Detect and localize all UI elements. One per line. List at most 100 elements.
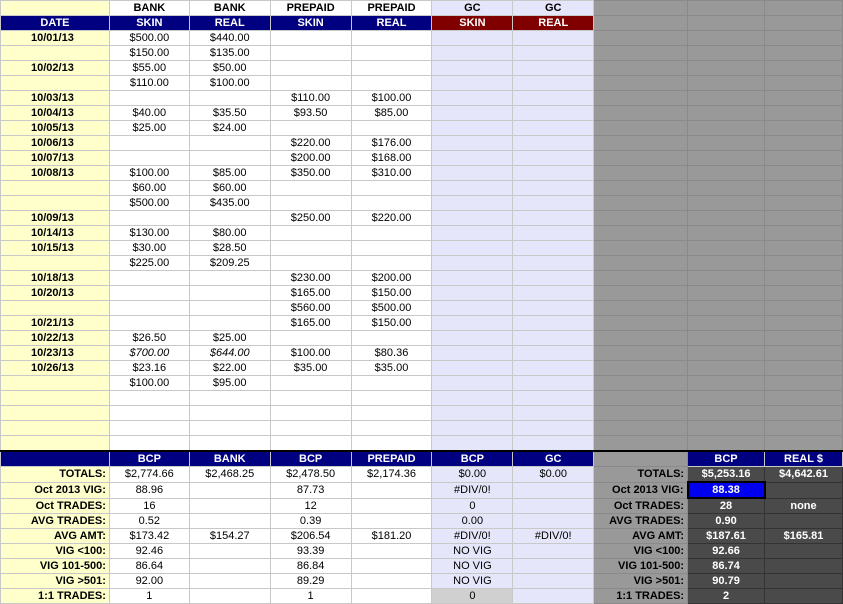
summary-value[interactable]: $0.00 bbox=[431, 466, 514, 483]
amount-cell[interactable] bbox=[188, 270, 271, 286]
date-cell[interactable]: 10/14/13 bbox=[0, 225, 110, 241]
date-cell[interactable] bbox=[0, 45, 110, 61]
gray-cell[interactable] bbox=[593, 120, 689, 136]
amount-cell[interactable]: $50.00 bbox=[188, 60, 271, 76]
gray-cell[interactable] bbox=[687, 315, 765, 331]
gray-cell[interactable] bbox=[687, 150, 765, 166]
gc-skin-cell[interactable] bbox=[431, 90, 514, 106]
amount-cell[interactable]: $24.00 bbox=[188, 120, 271, 136]
summary-value[interactable] bbox=[350, 513, 433, 529]
column-header[interactable]: SKIN bbox=[108, 15, 190, 31]
summary-value[interactable] bbox=[350, 558, 433, 574]
gray-cell[interactable] bbox=[687, 180, 765, 196]
summary-value[interactable]: 92.46 bbox=[108, 543, 190, 559]
gc-real-cell[interactable] bbox=[512, 240, 595, 256]
amount-cell[interactable]: $176.00 bbox=[350, 135, 433, 151]
column-group-header[interactable]: BANK bbox=[188, 0, 271, 16]
gc-skin-cell[interactable] bbox=[431, 105, 514, 121]
gc-skin-cell[interactable] bbox=[431, 45, 514, 61]
date-cell[interactable]: 10/21/13 bbox=[0, 315, 110, 331]
gray-cell[interactable] bbox=[593, 255, 689, 271]
gray-cell[interactable] bbox=[593, 90, 689, 106]
summary-value[interactable] bbox=[350, 497, 433, 514]
amount-cell[interactable]: $30.00 bbox=[108, 240, 190, 256]
gray-cell[interactable] bbox=[593, 315, 689, 331]
totals-value[interactable]: $4,642.61 bbox=[764, 466, 843, 483]
summary-value[interactable]: 0 bbox=[431, 588, 514, 604]
summary-value[interactable] bbox=[188, 543, 271, 559]
gray-cell[interactable] bbox=[593, 225, 689, 241]
totals-value[interactable]: $5,253.16 bbox=[687, 466, 765, 483]
summary-value[interactable]: NO VIG bbox=[431, 558, 514, 574]
amount-cell[interactable] bbox=[350, 240, 433, 256]
date-cell[interactable]: 10/26/13 bbox=[0, 360, 110, 376]
gc-skin-cell[interactable] bbox=[431, 255, 514, 271]
summary-value[interactable]: 88.96 bbox=[108, 481, 190, 499]
gray-cell[interactable] bbox=[764, 315, 843, 331]
summary-value[interactable]: 87.73 bbox=[269, 481, 352, 499]
amount-cell[interactable]: $250.00 bbox=[269, 210, 352, 226]
gray-cell[interactable] bbox=[764, 0, 843, 16]
amount-cell[interactable] bbox=[269, 390, 352, 406]
date-cell[interactable] bbox=[0, 300, 110, 316]
amount-cell[interactable] bbox=[269, 60, 352, 76]
summary-value[interactable] bbox=[350, 543, 433, 559]
summary-value[interactable]: $181.20 bbox=[350, 528, 433, 544]
amount-cell[interactable] bbox=[350, 60, 433, 76]
totals-value[interactable] bbox=[764, 513, 843, 529]
gray-cell[interactable] bbox=[593, 285, 689, 301]
gc-real-cell[interactable] bbox=[512, 105, 595, 121]
summary-value[interactable]: NO VIG bbox=[431, 573, 514, 589]
amount-cell[interactable] bbox=[350, 390, 433, 406]
amount-cell[interactable] bbox=[108, 390, 190, 406]
amount-cell[interactable] bbox=[350, 405, 433, 421]
amount-cell[interactable] bbox=[269, 240, 352, 256]
totals-value[interactable]: none bbox=[764, 497, 843, 514]
totals-value[interactable]: $165.81 bbox=[764, 528, 843, 544]
column-header[interactable]: SKIN bbox=[269, 15, 352, 31]
gray-cell[interactable] bbox=[687, 45, 765, 61]
gc-real-cell[interactable] bbox=[512, 255, 595, 271]
date-cell[interactable] bbox=[0, 405, 110, 421]
gray-cell[interactable] bbox=[687, 390, 765, 406]
amount-cell[interactable]: $560.00 bbox=[269, 300, 352, 316]
totals-value[interactable] bbox=[764, 558, 843, 574]
date-cell[interactable]: 10/04/13 bbox=[0, 105, 110, 121]
gray-cell[interactable] bbox=[593, 420, 689, 436]
column-header[interactable]: SKIN bbox=[431, 15, 514, 31]
amount-cell[interactable]: $165.00 bbox=[269, 285, 352, 301]
gray-cell[interactable] bbox=[687, 30, 765, 46]
gray-cell[interactable] bbox=[687, 210, 765, 226]
summary-value[interactable] bbox=[512, 513, 595, 529]
amount-cell[interactable]: $22.00 bbox=[188, 360, 271, 376]
gc-skin-cell[interactable] bbox=[431, 315, 514, 331]
amount-cell[interactable]: $435.00 bbox=[188, 195, 271, 211]
amount-cell[interactable] bbox=[188, 300, 271, 316]
amount-cell[interactable]: $80.00 bbox=[188, 225, 271, 241]
gray-cell[interactable] bbox=[687, 300, 765, 316]
amount-cell[interactable]: $225.00 bbox=[108, 255, 190, 271]
gray-cell[interactable] bbox=[764, 330, 843, 346]
gc-real-cell[interactable] bbox=[512, 360, 595, 376]
gray-cell[interactable] bbox=[764, 375, 843, 391]
gc-skin-cell[interactable] bbox=[431, 345, 514, 361]
date-cell[interactable]: 10/05/13 bbox=[0, 120, 110, 136]
amount-cell[interactable] bbox=[108, 150, 190, 166]
summary-value[interactable]: 0.39 bbox=[269, 513, 352, 529]
amount-cell[interactable] bbox=[108, 405, 190, 421]
gc-skin-cell[interactable] bbox=[431, 330, 514, 346]
gc-real-cell[interactable] bbox=[512, 135, 595, 151]
summary-value[interactable] bbox=[350, 588, 433, 604]
summary-value[interactable] bbox=[512, 588, 595, 604]
amount-cell[interactable]: $100.00 bbox=[188, 75, 271, 91]
amount-cell[interactable] bbox=[350, 225, 433, 241]
amount-cell[interactable]: $700.00 bbox=[108, 345, 190, 361]
gc-skin-cell[interactable] bbox=[431, 420, 514, 436]
amount-cell[interactable] bbox=[188, 90, 271, 106]
summary-column-header[interactable]: BANK bbox=[188, 450, 271, 467]
amount-cell[interactable]: $95.00 bbox=[188, 375, 271, 391]
amount-cell[interactable]: $60.00 bbox=[188, 180, 271, 196]
amount-cell[interactable] bbox=[188, 405, 271, 421]
column-group-header[interactable]: GC bbox=[512, 0, 595, 16]
amount-cell[interactable] bbox=[350, 330, 433, 346]
